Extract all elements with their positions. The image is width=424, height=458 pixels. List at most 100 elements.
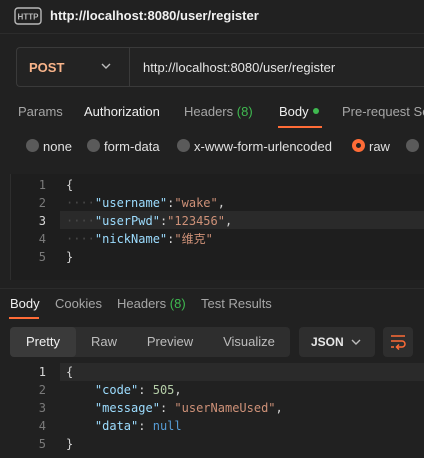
indent: ···· bbox=[66, 214, 95, 228]
line-number-gutter: 1 2 3 4 5 bbox=[18, 363, 46, 453]
code-line: "code": 505, bbox=[66, 381, 283, 399]
code-token: } bbox=[66, 437, 74, 451]
indent: ···· bbox=[66, 196, 95, 210]
code-line: "message": "userNameUsed", bbox=[66, 399, 283, 417]
code-line: { bbox=[66, 176, 232, 194]
line-number: 1 bbox=[38, 178, 46, 192]
code-token: "userNameUsed" bbox=[174, 401, 276, 415]
response-tab-cookies[interactable]: Cookies bbox=[55, 296, 102, 311]
line-number: 1 bbox=[38, 365, 46, 379]
view-preview-button[interactable]: Preview bbox=[132, 327, 208, 357]
url-input[interactable]: http://localhost:8080/user/register bbox=[143, 60, 335, 75]
headers-count: (8) bbox=[169, 296, 186, 311]
request-bar: POST http://localhost:8080/user/register bbox=[16, 47, 424, 87]
chevron-down-icon bbox=[351, 339, 361, 345]
code-line: ····"nickName":"维克" bbox=[66, 230, 232, 248]
line-number: 3 bbox=[38, 401, 46, 415]
tab-headers[interactable]: Headers (8) bbox=[184, 104, 253, 119]
response-tab-headers[interactable]: Headers (8) bbox=[117, 296, 186, 311]
view-visualize-button[interactable]: Visualize bbox=[208, 327, 290, 357]
line-number: 2 bbox=[38, 196, 46, 210]
code-token: : bbox=[138, 419, 153, 433]
svg-text:HTTP: HTTP bbox=[18, 13, 40, 22]
body-status-dot bbox=[313, 108, 319, 114]
response-tab-body[interactable]: Body bbox=[10, 296, 40, 311]
tab-label: Body bbox=[10, 296, 40, 311]
code-token: : bbox=[138, 383, 153, 397]
tab-label: Pre-request Sc bbox=[342, 104, 424, 119]
code-token: , bbox=[224, 214, 233, 228]
code-token: "维克" bbox=[174, 232, 213, 246]
wrap-lines-icon bbox=[391, 335, 406, 350]
code-token: "userPwd" bbox=[94, 214, 160, 228]
view-mode-group: Pretty Raw Preview Visualize bbox=[10, 327, 290, 357]
active-tab-indicator bbox=[278, 126, 322, 128]
indent: ···· bbox=[66, 232, 95, 246]
tab-label: Params bbox=[18, 104, 63, 119]
radio-form-data[interactable] bbox=[87, 139, 100, 152]
code-token: { bbox=[66, 178, 74, 192]
code-token: , bbox=[275, 401, 283, 415]
code-line: { bbox=[66, 363, 283, 381]
code-token: , bbox=[217, 196, 225, 210]
code-token: null bbox=[152, 419, 182, 433]
line-number: 5 bbox=[38, 250, 46, 264]
radio-binary[interactable] bbox=[406, 139, 419, 152]
tab-params[interactable]: Params bbox=[18, 104, 63, 119]
tab-label: Cookies bbox=[55, 296, 102, 311]
code-token: "wake" bbox=[174, 196, 218, 210]
response-tab-test-results[interactable]: Test Results bbox=[201, 296, 272, 311]
code-line: "data": null bbox=[66, 417, 283, 435]
code-token: { bbox=[66, 365, 74, 379]
code-line: ····"username":"wake", bbox=[66, 194, 232, 212]
code-token: : bbox=[159, 401, 175, 415]
http-icon: HTTP bbox=[14, 7, 42, 25]
line-number: 4 bbox=[38, 232, 46, 246]
code-token: "data" bbox=[94, 419, 139, 433]
method-label: POST bbox=[29, 60, 65, 75]
tab-label: Authorization bbox=[84, 104, 160, 119]
code-token: "code" bbox=[94, 383, 139, 397]
tab-label: Body bbox=[279, 104, 309, 119]
headers-count: (8) bbox=[236, 104, 253, 119]
radio-label-form-data: form-data bbox=[104, 139, 160, 154]
radio-label-none: none bbox=[43, 139, 72, 154]
tab-authorization[interactable]: Authorization bbox=[84, 104, 160, 119]
tab-label: Test Results bbox=[201, 296, 272, 311]
title-bar: HTTP http://localhost:8080/user/register bbox=[0, 0, 424, 32]
format-select[interactable]: JSON bbox=[299, 327, 375, 357]
wrap-lines-button[interactable] bbox=[383, 327, 413, 357]
line-number: 4 bbox=[38, 419, 46, 433]
tab-pre-request-script[interactable]: Pre-request Sc bbox=[342, 104, 424, 119]
code-token: , bbox=[174, 383, 182, 397]
view-pretty-button[interactable]: Pretty bbox=[10, 327, 76, 357]
view-raw-button[interactable]: Raw bbox=[76, 327, 132, 357]
code-line: } bbox=[66, 248, 232, 266]
chevron-down-icon bbox=[101, 63, 111, 69]
radio-label-x-www-form-urlencoded: x-www-form-urlencoded bbox=[194, 139, 332, 154]
radio-none[interactable] bbox=[26, 139, 39, 152]
line-number: 3 bbox=[38, 214, 46, 228]
response-body-code: { "code": 505, "message": "userNameUsed"… bbox=[66, 363, 283, 453]
code-token: } bbox=[66, 250, 74, 264]
tab-label: Headers bbox=[117, 296, 167, 311]
code-token: "nickName" bbox=[94, 232, 168, 246]
divider bbox=[0, 288, 424, 289]
radio-raw[interactable] bbox=[352, 139, 365, 152]
code-token: "123456" bbox=[167, 214, 225, 228]
method-select[interactable]: POST bbox=[17, 48, 130, 86]
divider bbox=[0, 33, 424, 34]
request-body-code[interactable]: {····"username":"wake", ····"userPwd":"12… bbox=[66, 176, 232, 266]
tab-body[interactable]: Body bbox=[279, 104, 309, 119]
code-token: 505 bbox=[152, 383, 175, 397]
radio-x-www-form-urlencoded[interactable] bbox=[177, 139, 190, 152]
line-number: 2 bbox=[38, 383, 46, 397]
tab-label: Headers bbox=[184, 104, 234, 119]
line-number-gutter: 1 2 3 4 5 bbox=[18, 176, 46, 266]
line-number: 5 bbox=[38, 437, 46, 451]
page-title: http://localhost:8080/user/register bbox=[50, 8, 259, 23]
active-tab-indicator bbox=[9, 317, 39, 319]
